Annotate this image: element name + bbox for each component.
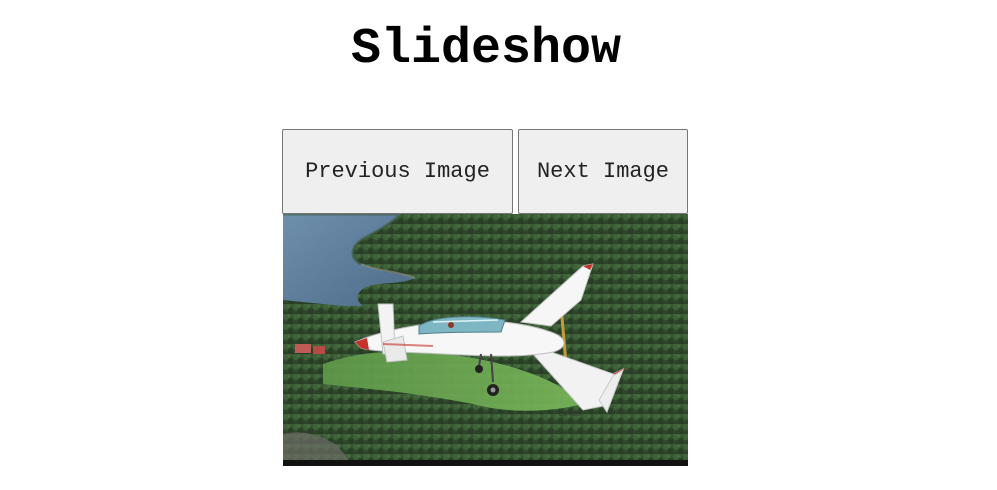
page-title: Slideshow [350,21,622,78]
slideshow-controls: Previous Image Next Image [282,129,688,214]
previous-image-button[interactable]: Previous Image [282,129,513,214]
aircraft-registration: LN-MIO [559,411,581,418]
slide-photo-aircraft: LN-MIO [283,214,688,466]
next-image-button[interactable]: Next Image [518,129,688,214]
slide-image: LN-MIO [283,214,688,466]
